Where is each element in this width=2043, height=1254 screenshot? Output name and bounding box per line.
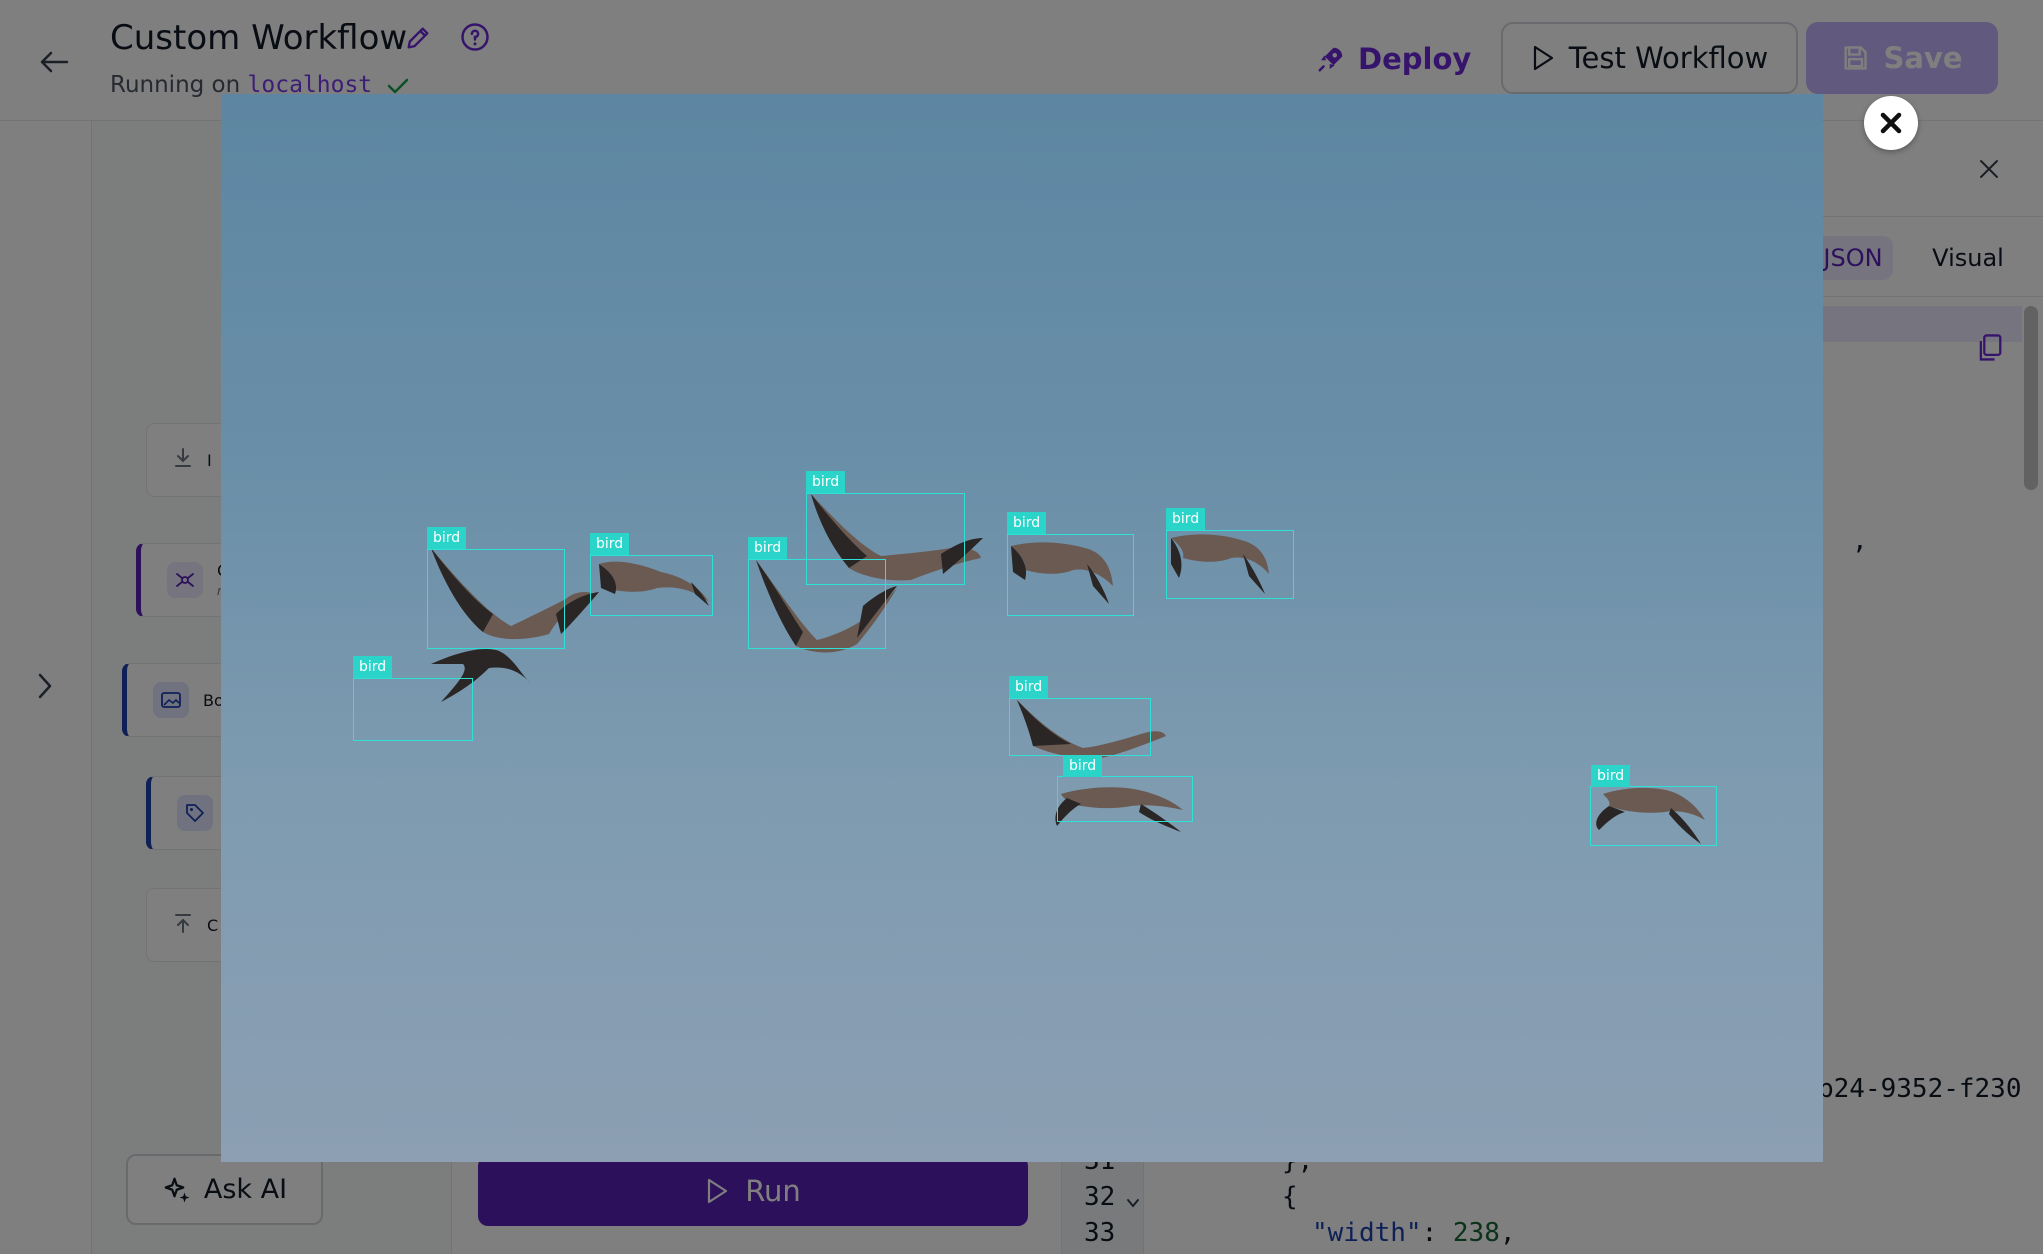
detection-label: bird xyxy=(748,537,788,559)
detection-label: bird xyxy=(1009,676,1049,698)
detection-label: bird xyxy=(1007,512,1047,534)
detection-box xyxy=(1590,786,1717,846)
detection-box xyxy=(1009,698,1151,756)
detection-box xyxy=(590,555,713,616)
detection-box xyxy=(1057,776,1193,822)
detection-label: bird xyxy=(353,656,393,678)
detection-box xyxy=(353,678,473,741)
detection-label: bird xyxy=(1166,508,1206,530)
detection-box xyxy=(427,549,565,649)
detection-box xyxy=(1166,530,1294,599)
close-icon xyxy=(1880,112,1902,134)
detection-label: bird xyxy=(1063,755,1103,777)
close-modal-button[interactable] xyxy=(1864,96,1918,150)
detection-label: bird xyxy=(806,471,846,493)
detection-box xyxy=(806,493,965,585)
detection-label: bird xyxy=(1591,765,1631,787)
detection-image: bird bird bird bird bird bird bird bird … xyxy=(221,94,1823,1162)
detection-label: bird xyxy=(590,533,630,555)
detection-box xyxy=(1007,534,1134,616)
detection-label: bird xyxy=(427,527,467,549)
